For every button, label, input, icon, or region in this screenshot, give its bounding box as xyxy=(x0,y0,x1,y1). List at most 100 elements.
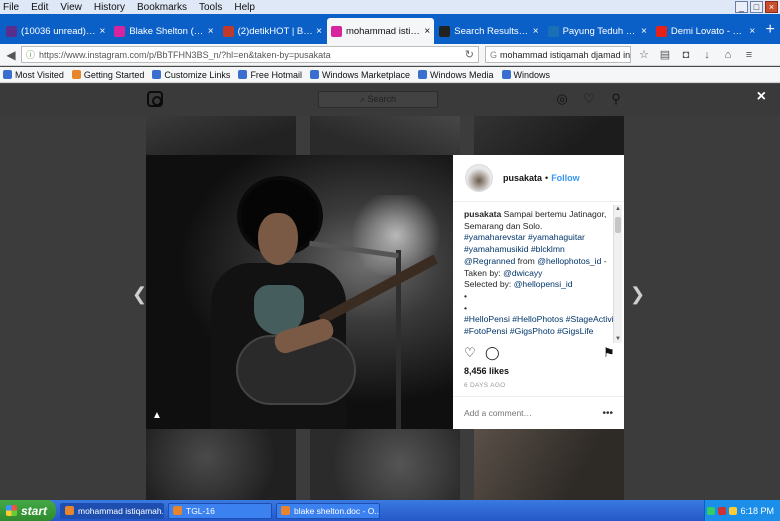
grid-photo[interactable] xyxy=(146,116,296,156)
menu-view[interactable]: View xyxy=(60,2,82,13)
tab-close-icon[interactable]: × xyxy=(99,26,105,37)
menu-history[interactable]: History xyxy=(94,2,125,13)
instagram-logo-icon[interactable] xyxy=(147,91,163,107)
menu-tools[interactable]: Tools xyxy=(199,2,222,13)
caption-link[interactable]: @Regranned xyxy=(464,256,515,266)
caption-username[interactable]: pusakata xyxy=(464,209,501,219)
tab-close-icon[interactable]: × xyxy=(424,26,430,37)
bookmark-item[interactable]: Windows Marketplace xyxy=(309,69,410,80)
caption-link[interactable]: #IndoMusik #PhotoOfTheDay xyxy=(464,338,577,339)
more-options-icon[interactable]: ••• xyxy=(602,408,613,419)
url-text[interactable]: https://www.instagram.com/p/BbTFHN3BS_n/… xyxy=(39,50,465,60)
bookmark-item[interactable]: Free Hotmail xyxy=(238,70,302,80)
bookmark-label: Getting Started xyxy=(83,69,145,80)
tab-close-icon[interactable]: × xyxy=(208,26,214,37)
home-icon[interactable]: ⌂ xyxy=(721,48,735,62)
reload-icon[interactable]: ↻ xyxy=(465,48,474,61)
like-heart-icon[interactable]: ♡ xyxy=(464,346,476,360)
explore-icon[interactable]: ◎ xyxy=(555,92,569,106)
caption-link[interactable]: #HelloPensi #HelloPhotos #StageActivity xyxy=(464,314,614,324)
caption-line: #FotoPensi #GigsPhoto #GigsLife xyxy=(464,326,614,338)
tab-close-icon[interactable]: × xyxy=(533,26,539,37)
tray-volume-icon[interactable] xyxy=(729,506,738,515)
new-tab-button[interactable]: + xyxy=(760,18,780,44)
menu-edit[interactable]: Edit xyxy=(31,2,48,13)
scroll-up-icon[interactable]: ▲ xyxy=(614,205,622,213)
search-bar[interactable]: G mohammad istiqamah djamad instagram xyxy=(485,46,631,63)
scrollbar-thumb[interactable] xyxy=(615,217,621,233)
caption-link[interactable]: @hellopensi_id xyxy=(514,279,573,289)
bookmark-label: Windows Marketplace xyxy=(321,69,410,80)
menu-help[interactable]: Help xyxy=(234,2,255,13)
taskbar-item[interactable]: TGL-16 xyxy=(168,502,272,519)
post-username[interactable]: pusakata xyxy=(503,173,542,183)
caption-link[interactable]: #yamaharevstar #yamahaguitar xyxy=(464,232,585,242)
grid-photo[interactable] xyxy=(310,116,460,156)
bookmark-item[interactable]: Customize Links xyxy=(152,70,230,80)
caption-link[interactable]: @hellophotos_id xyxy=(537,256,601,266)
likes-count[interactable]: 8,456 likes xyxy=(464,366,509,376)
tab-close-icon[interactable]: × xyxy=(641,26,647,37)
tray-antivirus-icon[interactable] xyxy=(718,506,727,515)
tab-7[interactable]: Demi Lovato - Too G...× xyxy=(652,18,759,44)
caption-link[interactable]: #FotoPensi #GigsPhoto #GigsLife xyxy=(464,326,593,336)
download-icon[interactable]: ↓ xyxy=(700,48,714,62)
user-tag-icon[interactable]: ▲ xyxy=(152,410,162,421)
comment-bubble-icon[interactable]: ◯ xyxy=(485,346,500,360)
save-bookmark-icon[interactable]: ⚑ xyxy=(603,346,615,360)
comment-input[interactable] xyxy=(464,408,603,418)
minimize-button[interactable]: _ xyxy=(735,1,748,13)
search-query[interactable]: mohammad istiqamah djamad instagram xyxy=(500,50,630,60)
start-button[interactable]: start xyxy=(0,500,56,521)
caption-scrollbar[interactable]: ▲ ▼ xyxy=(613,205,622,343)
modal-close-icon[interactable]: × xyxy=(757,88,766,106)
menu-icon[interactable]: ≡ xyxy=(742,48,756,62)
bookmark-label: Customize Links xyxy=(164,69,231,80)
tab-3[interactable]: (2)detikHOT | Berita, Fo...× xyxy=(219,18,326,44)
tab-favicon-icon xyxy=(114,25,126,37)
pocket-icon[interactable]: ◘ xyxy=(679,48,693,62)
post-header: pusakata • Follow xyxy=(453,155,624,202)
reading-list-icon[interactable]: ▤ xyxy=(658,48,672,62)
post-photo[interactable]: ▲ xyxy=(146,155,453,429)
tab-1[interactable]: (10036 unread) - imelda...× xyxy=(2,18,109,44)
grid-photo[interactable] xyxy=(474,116,624,156)
bookmark-item[interactable]: Getting Started xyxy=(71,69,145,80)
grid-photo[interactable] xyxy=(146,429,296,500)
tab-label: (2)detikHOT | Berita, Fo... xyxy=(237,25,313,37)
tab-5[interactable]: Search Results pink | Ju... × xyxy=(435,18,542,44)
previous-post-arrow-icon[interactable]: ❮ xyxy=(132,284,147,305)
tab-6[interactable]: Payung Teduh di Puncak...× xyxy=(544,18,651,44)
activity-heart-icon[interactable]: ♡ xyxy=(582,92,596,106)
tab-close-icon[interactable]: × xyxy=(749,26,755,37)
url-bar[interactable]: ⓘ https://www.instagram.com/p/BbTFHN3BS_… xyxy=(21,46,479,63)
caption-link[interactable]: @dwicayy xyxy=(503,268,542,278)
tab-close-icon[interactable]: × xyxy=(316,26,322,37)
window-close-button[interactable]: × xyxy=(765,1,778,13)
follow-button[interactable]: Follow xyxy=(551,173,580,183)
maximize-button[interactable]: □ xyxy=(750,1,763,13)
next-post-arrow-icon[interactable]: ❯ xyxy=(630,284,645,305)
grid-photo[interactable] xyxy=(474,429,624,500)
tray-network-icon[interactable] xyxy=(707,506,716,515)
site-info-icon[interactable]: ⓘ xyxy=(26,48,35,61)
tab-2[interactable]: Blake Shelton (@blakesh... × xyxy=(110,18,217,44)
tab-favicon-icon xyxy=(6,25,17,37)
avatar[interactable] xyxy=(465,164,493,192)
taskbar-item-label: mohammad istiqamah... xyxy=(78,505,164,516)
star-icon[interactable]: ☆ xyxy=(637,48,651,62)
menu-file[interactable]: File xyxy=(3,2,19,13)
taskbar-item[interactable]: mohammad istiqamah... xyxy=(60,502,164,519)
caption-link[interactable]: #yamahamusikid #blcklmn xyxy=(464,244,565,254)
profile-icon[interactable]: ⚲ xyxy=(609,92,623,106)
bookmark-item[interactable]: Most Visited xyxy=(3,70,64,80)
bookmark-item[interactable]: Windows Media xyxy=(417,70,494,80)
back-icon[interactable]: ◀ xyxy=(3,47,19,63)
instagram-search-input[interactable]: ⌕ Search xyxy=(318,91,438,108)
menu-bookmarks[interactable]: Bookmarks xyxy=(137,2,187,13)
tab-4[interactable]: mohammad istiqamah dj...× xyxy=(326,18,435,44)
scroll-down-icon[interactable]: ▼ xyxy=(614,335,622,343)
taskbar-item[interactable]: blake shelton.doc - O... xyxy=(276,502,380,519)
bookmark-item[interactable]: Windows xyxy=(501,70,550,80)
grid-photo[interactable] xyxy=(310,429,460,500)
